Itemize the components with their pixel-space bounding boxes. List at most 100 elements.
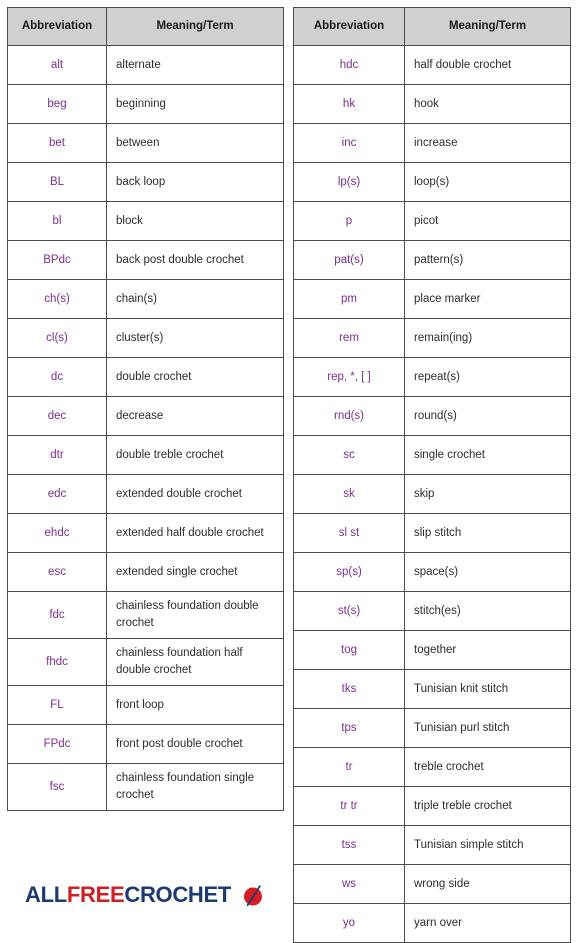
abbreviation-cell: lp(s) <box>293 162 405 202</box>
allfreecrochet-logo[interactable]: ALL FREE CROCHET <box>25 880 266 910</box>
table-row: esc extended single crochet <box>7 552 284 592</box>
meaning-cell: between <box>106 123 284 163</box>
abbreviation-chart-page: Abbreviation Meaning/Term alt alternate be… <box>0 0 577 943</box>
left-table-column: Abbreviation Meaning/Term alt alternate be… <box>0 0 290 811</box>
abbreviation-cell: alt <box>7 45 107 85</box>
meaning-cell: beginning <box>106 84 284 124</box>
meaning-cell: wrong side <box>404 864 571 904</box>
table-row: sc single crochet <box>293 435 571 475</box>
meaning-cell: front loop <box>106 685 284 725</box>
header-abbreviation: Abbreviation <box>7 7 107 46</box>
meaning-cell: back post double crochet <box>106 240 284 280</box>
abbreviation-cell: hdc <box>293 45 405 85</box>
abbreviation-cell: tss <box>293 825 405 865</box>
meaning-cell: space(s) <box>404 552 571 592</box>
meaning-cell: extended double crochet <box>106 474 284 514</box>
meaning-cell: picot <box>404 201 571 241</box>
abbreviation-cell: tr tr <box>293 786 405 826</box>
meaning-cell: together <box>404 630 571 670</box>
meaning-cell: treble crochet <box>404 747 571 787</box>
table-row: bl block <box>7 201 284 241</box>
abbreviation-cell: p <box>293 201 405 241</box>
table-header-row: Abbreviation Meaning/Term <box>293 7 571 46</box>
abbreviation-cell: tr <box>293 747 405 787</box>
abbreviation-cell: FPdc <box>7 724 107 764</box>
table-row: FL front loop <box>7 685 284 725</box>
meaning-cell: cluster(s) <box>106 318 284 358</box>
meaning-cell: double crochet <box>106 357 284 397</box>
abbreviation-cell: cl(s) <box>7 318 107 358</box>
table-row: dc double crochet <box>7 357 284 397</box>
logo-text-crochet: CROCHET <box>124 882 232 907</box>
table-row: sl st slip stitch <box>293 513 571 553</box>
abbreviation-cell: dtr <box>7 435 107 475</box>
table-row: inc increase <box>293 123 571 163</box>
meaning-cell: front post double crochet <box>106 724 284 764</box>
abbreviation-cell: sl st <box>293 513 405 553</box>
table-row: tps Tunisian purl stitch <box>293 708 571 748</box>
abbreviation-cell: edc <box>7 474 107 514</box>
left-table-head: Abbreviation Meaning/Term <box>7 7 284 46</box>
table-row: tks Tunisian knit stitch <box>293 669 571 709</box>
table-row: ch(s) chain(s) <box>7 279 284 319</box>
table-row: tr treble crochet <box>293 747 571 787</box>
left-table-body: alt alternate beg beginning bet between BL back… <box>7 45 284 811</box>
abbreviation-cell: sp(s) <box>293 552 405 592</box>
yarn-ball-icon <box>240 882 266 908</box>
abbreviation-cell: ehdc <box>7 513 107 553</box>
table-row: dtr double treble crochet <box>7 435 284 475</box>
abbreviation-cell: st(s) <box>293 591 405 631</box>
abbreviation-cell: rnd(s) <box>293 396 405 436</box>
abbreviation-cell: pm <box>293 279 405 319</box>
left-abbreviation-table: Abbreviation Meaning/Term alt alternate be… <box>7 7 284 811</box>
table-row: rep, *, [ ] repeat(s) <box>293 357 571 397</box>
meaning-cell: loop(s) <box>404 162 571 202</box>
table-row: ehdc extended half double crochet <box>7 513 284 553</box>
meaning-cell: chainless foundation single crochet <box>106 763 284 811</box>
meaning-cell: single crochet <box>404 435 571 475</box>
abbreviation-cell: dec <box>7 396 107 436</box>
table-row: p picot <box>293 201 571 241</box>
table-row: alt alternate <box>7 45 284 85</box>
table-row: fhdc chainless foundation half double cro… <box>7 638 284 686</box>
abbreviation-cell: beg <box>7 84 107 124</box>
abbreviation-cell: fsc <box>7 763 107 811</box>
header-meaning: Meaning/Term <box>404 7 571 46</box>
abbreviation-cell: fhdc <box>7 638 107 686</box>
meaning-cell: remain(ing) <box>404 318 571 358</box>
table-row: st(s) stitch(es) <box>293 591 571 631</box>
meaning-cell: extended single crochet <box>106 552 284 592</box>
table-row: pm place marker <box>293 279 571 319</box>
abbreviation-cell: ws <box>293 864 405 904</box>
meaning-cell: round(s) <box>404 396 571 436</box>
header-meaning: Meaning/Term <box>106 7 284 46</box>
logo-text-all: ALL <box>25 882 67 907</box>
abbreviation-cell: inc <box>293 123 405 163</box>
table-header-row: Abbreviation Meaning/Term <box>7 7 284 46</box>
meaning-cell: skip <box>404 474 571 514</box>
meaning-cell: extended half double crochet <box>106 513 284 553</box>
abbreviation-cell: BPdc <box>7 240 107 280</box>
table-row: ws wrong side <box>293 864 571 904</box>
table-row: sp(s) space(s) <box>293 552 571 592</box>
meaning-cell: chainless foundation half double crochet <box>106 638 284 686</box>
abbreviation-cell: esc <box>7 552 107 592</box>
table-row: edc extended double crochet <box>7 474 284 514</box>
abbreviation-cell: hk <box>293 84 405 124</box>
right-abbreviation-table: Abbreviation Meaning/Term hdc half double… <box>293 7 571 943</box>
meaning-cell: chainless foundation double crochet <box>106 591 284 639</box>
abbreviation-cell: fdc <box>7 591 107 639</box>
logo-text-free: FREE <box>66 882 125 907</box>
table-row: hk hook <box>293 84 571 124</box>
meaning-cell: Tunisian knit stitch <box>404 669 571 709</box>
meaning-cell: Tunisian simple stitch <box>404 825 571 865</box>
meaning-cell: stitch(es) <box>404 591 571 631</box>
abbreviation-cell: sk <box>293 474 405 514</box>
right-table-body: hdc half double crochet hk hook inc increase l… <box>293 45 571 943</box>
table-row: rem remain(ing) <box>293 318 571 358</box>
abbreviation-cell: pat(s) <box>293 240 405 280</box>
table-row: fdc chainless foundation double crochet <box>7 591 284 639</box>
table-row: tog together <box>293 630 571 670</box>
table-row: beg beginning <box>7 84 284 124</box>
table-row: hdc half double crochet <box>293 45 571 85</box>
